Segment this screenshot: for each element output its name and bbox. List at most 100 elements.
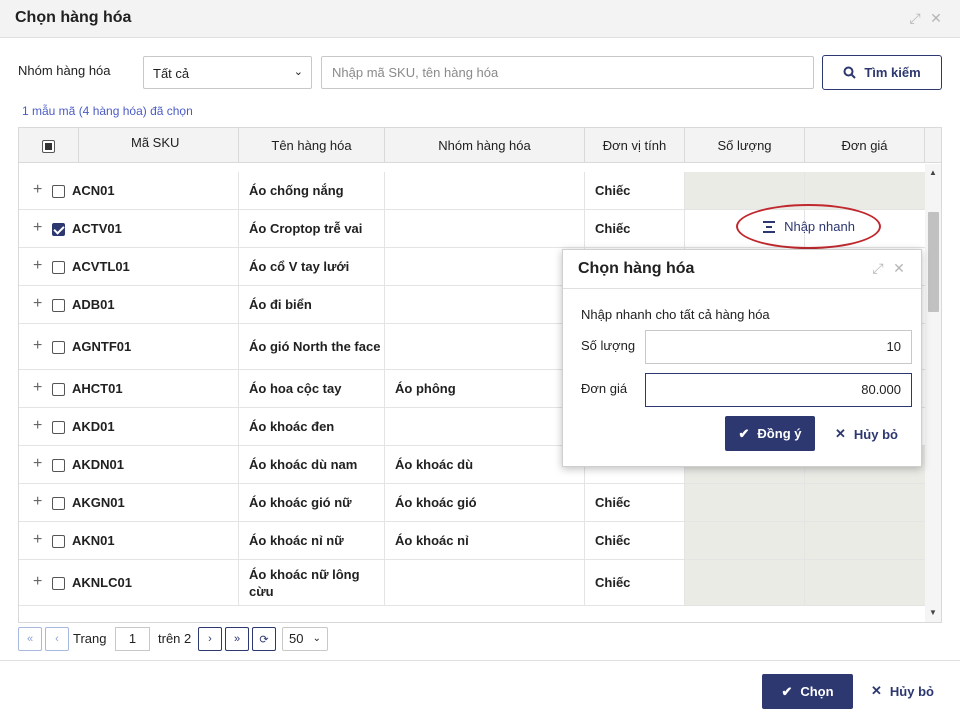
grid-scrollbar[interactable]: ▲ ▼ xyxy=(925,164,941,622)
expand-icon[interactable]: + xyxy=(33,295,42,313)
dialog-footer: ✔ Chọn ✕ Hủy bỏ xyxy=(0,660,960,716)
select-all-checkbox[interactable] xyxy=(42,140,55,154)
table-row[interactable]: + AKNLC01 Áo khoác nữ lông cừu Chiếc xyxy=(19,560,925,606)
cell-sku: ADB01 xyxy=(72,286,239,323)
expand-icon[interactable]: + xyxy=(33,219,42,237)
group-filter-select[interactable]: Tất cả ⌄ xyxy=(143,56,312,89)
expand-icon[interactable]: + xyxy=(33,455,42,473)
pager: « ‹ Trang 1 trên 2 › » ⟳ 50 ⌄ xyxy=(18,627,418,652)
expand-icon[interactable]: + xyxy=(33,417,42,435)
row-checkbox[interactable] xyxy=(52,260,65,274)
col-name[interactable]: Tên hàng hóa xyxy=(239,128,385,163)
cell-qty[interactable] xyxy=(685,172,805,209)
popup-ok-button[interactable]: ✔ Đồng ý xyxy=(725,416,815,451)
cell-group xyxy=(385,210,585,247)
cell-name: Áo khoác nỉ nữ xyxy=(239,522,385,559)
table-row[interactable]: + AKN01 Áo khoác nỉ nữ Áo khoác nỉ Chiếc xyxy=(19,522,925,560)
scrollbar-thumb[interactable] xyxy=(928,212,939,312)
cell-unit: Chiếc xyxy=(585,484,685,521)
close-icon[interactable]: ✕ xyxy=(929,11,943,25)
cell-qty[interactable] xyxy=(685,560,805,605)
maximize-icon[interactable]: ⤢ xyxy=(908,11,922,25)
search-button[interactable]: Tìm kiếm xyxy=(822,55,942,90)
select-all-cell xyxy=(19,128,79,163)
cancel-button[interactable]: ✕ Hủy bỏ xyxy=(871,683,934,699)
col-qty[interactable]: Số lượng xyxy=(685,128,805,163)
cell-sku: ACTV01 xyxy=(72,210,239,247)
close-icon: ✕ xyxy=(835,426,846,441)
row-checkbox[interactable] xyxy=(52,298,65,312)
cell-unit: Chiếc xyxy=(585,172,685,209)
prev-page-button[interactable]: ‹ xyxy=(45,627,69,651)
row-checkbox[interactable] xyxy=(52,222,65,236)
popup-cancel-label: Hủy bỏ xyxy=(853,426,898,442)
row-checkbox[interactable] xyxy=(52,458,65,472)
cell-qty[interactable] xyxy=(685,522,805,559)
qty-label: Số lượng xyxy=(581,338,636,353)
cell-name: Áo Croptop trễ vai xyxy=(239,210,385,247)
page-input[interactable]: 1 xyxy=(115,627,150,651)
refresh-button[interactable]: ⟳ xyxy=(252,627,276,651)
cell-sku: AKDN01 xyxy=(72,446,239,483)
cell-sku: AKNLC01 xyxy=(72,560,239,605)
cell-price[interactable] xyxy=(805,560,925,605)
price-input[interactable]: 80.000 xyxy=(645,373,912,407)
last-page-button[interactable]: » xyxy=(225,627,249,651)
cell-group xyxy=(385,172,585,209)
cell-price[interactable] xyxy=(805,484,925,521)
col-price[interactable]: Đơn giá xyxy=(805,128,925,163)
close-icon[interactable]: ✕ xyxy=(892,261,906,275)
dialog-title: Chọn hàng hóa xyxy=(15,9,132,26)
expand-icon[interactable]: + xyxy=(33,573,42,591)
expand-icon[interactable]: + xyxy=(33,337,42,355)
qty-input[interactable]: 10 xyxy=(645,330,912,364)
row-checkbox[interactable] xyxy=(52,576,65,590)
popup-cancel-button[interactable]: ✕ Hủy bỏ xyxy=(835,426,898,442)
row-checkbox[interactable] xyxy=(52,184,65,198)
quick-entry-button[interactable]: Nhập nhanh xyxy=(736,204,881,249)
page-size-value: 50 xyxy=(289,631,304,646)
check-icon: ✔ xyxy=(781,683,793,699)
cell-group xyxy=(385,560,585,605)
search-input[interactable] xyxy=(321,56,814,89)
choose-products-dialog: Chọn hàng hóa ⤢ ✕ Nhóm hàng hóa Tất cả ⌄… xyxy=(0,0,960,716)
expand-icon[interactable]: + xyxy=(33,531,42,549)
popup-title: Chọn hàng hóa xyxy=(578,260,695,277)
cell-price[interactable] xyxy=(805,172,925,209)
col-sku[interactable]: Mã SKU xyxy=(79,128,239,163)
expand-icon[interactable]: + xyxy=(33,181,42,199)
table-row[interactable] xyxy=(19,606,925,622)
next-page-button[interactable]: › xyxy=(198,627,222,651)
col-unit[interactable]: Đơn vị tính xyxy=(585,128,685,163)
scroll-down-icon[interactable]: ▼ xyxy=(929,608,937,617)
price-label: Đơn giá xyxy=(581,381,628,396)
expand-icon[interactable]: + xyxy=(33,493,42,511)
grid-header: Mã SKU Tên hàng hóa Nhóm hàng hóa Đơn vị… xyxy=(19,128,941,163)
cell-sku: AHCT01 xyxy=(72,370,239,407)
cell-qty[interactable] xyxy=(685,484,805,521)
cell-name: Áo chống nắng xyxy=(239,172,385,209)
table-row[interactable]: + AKGN01 Áo khoác gió nữ Áo khoác gió Chiếc xyxy=(19,484,925,522)
col-group[interactable]: Nhóm hàng hóa xyxy=(385,128,585,163)
choose-button-label: Chọn xyxy=(800,684,834,699)
scroll-up-icon[interactable]: ▲ xyxy=(929,168,937,177)
search-icon xyxy=(843,66,857,79)
expand-icon[interactable]: + xyxy=(33,257,42,275)
row-checkbox[interactable] xyxy=(52,496,65,510)
expand-icon[interactable]: + xyxy=(33,379,42,397)
row-checkbox[interactable] xyxy=(52,382,65,396)
page-size-select[interactable]: 50 ⌄ xyxy=(282,627,328,651)
cell-unit: Chiếc xyxy=(585,210,685,247)
first-page-button[interactable]: « xyxy=(18,627,42,651)
cell-price[interactable] xyxy=(805,522,925,559)
row-checkbox[interactable] xyxy=(52,420,65,434)
row-checkbox[interactable] xyxy=(52,534,65,548)
cell-name: Áo đi biển xyxy=(239,286,385,323)
popup-description: Nhập nhanh cho tất cả hàng hóa xyxy=(581,307,770,322)
cell-group xyxy=(385,286,585,323)
cell-sku: AGNTF01 xyxy=(72,324,239,369)
row-checkbox[interactable] xyxy=(52,340,65,354)
cell-sku: AKD01 xyxy=(72,408,239,445)
choose-button[interactable]: ✔ Chọn xyxy=(762,674,853,709)
maximize-icon[interactable]: ⤢ xyxy=(871,261,885,275)
